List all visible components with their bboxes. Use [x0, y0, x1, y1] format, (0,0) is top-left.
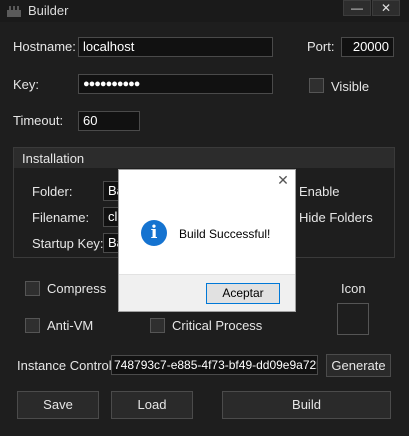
compress-checkbox[interactable]	[25, 281, 40, 296]
hostname-label: Hostname:	[13, 39, 76, 54]
compress-label: Compress	[47, 281, 107, 296]
close-button[interactable]: ✕	[372, 0, 400, 16]
key-input[interactable]: ●●●●●●●●●●	[78, 74, 273, 94]
save-button[interactable]: Save	[17, 391, 99, 419]
generate-button[interactable]: Generate	[326, 354, 391, 377]
hostname-input[interactable]: localhost	[78, 37, 273, 57]
critical-process-label: Critical Process	[172, 318, 263, 333]
window-title: Builder	[28, 3, 69, 18]
info-icon: i	[141, 220, 167, 246]
anti-vm-checkbox[interactable]	[25, 318, 40, 333]
anti-vm-label: Anti-VM	[47, 318, 94, 333]
filename-label: Filename:	[32, 210, 90, 225]
critical-process-checkbox[interactable]	[150, 318, 165, 333]
dialog-message: Build Successful!	[179, 227, 271, 241]
icon-label: Icon	[341, 281, 366, 296]
startup-key-label: Startup Key:	[32, 236, 104, 251]
accept-button[interactable]: Aceptar	[206, 283, 280, 304]
dialog-close-icon[interactable]: ✕	[275, 172, 291, 188]
visible-label: Visible	[331, 79, 370, 94]
timeout-label: Timeout:	[13, 113, 64, 128]
installation-title: Installation	[22, 151, 85, 166]
instance-control-input[interactable]: 748793c7-e885-4f73-bf49-dd09e9a72ba3	[111, 355, 318, 375]
build-success-dialog: ✕ i Build Successful! Aceptar	[118, 169, 296, 312]
visible-checkbox[interactable]	[309, 78, 324, 93]
port-input[interactable]: 20000	[341, 37, 394, 57]
build-button[interactable]: Build	[222, 391, 391, 419]
instance-control-label: Instance Control:	[17, 358, 116, 373]
load-button[interactable]: Load	[111, 391, 193, 419]
minimize-button[interactable]: —	[343, 0, 371, 16]
enable-label: Enable	[299, 184, 340, 199]
port-label: Port:	[307, 39, 335, 54]
timeout-input[interactable]: 60	[78, 111, 140, 131]
icon-picker[interactable]	[337, 303, 369, 335]
folder-label: Folder:	[32, 184, 73, 199]
hide-folders-label: Hide Folders	[299, 210, 373, 225]
app-icon	[7, 6, 21, 17]
key-label: Key:	[13, 77, 40, 92]
